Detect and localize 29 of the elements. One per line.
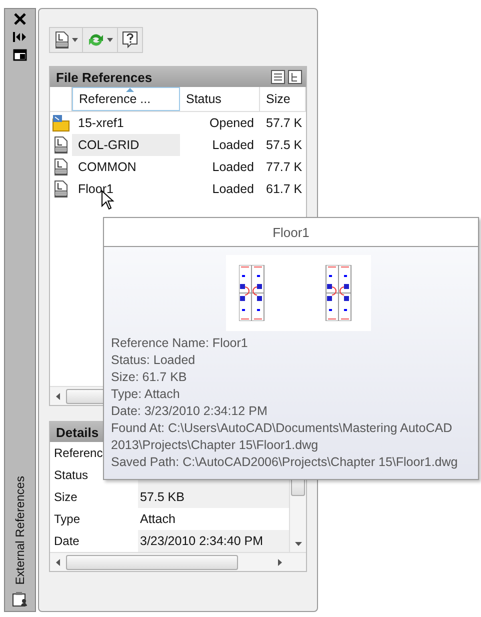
- section-title: Details: [56, 424, 99, 440]
- tooltip-line: Status: Loaded: [111, 352, 196, 369]
- reference-name: 15-xref1: [77, 115, 125, 132]
- reference-name: COMMON: [77, 159, 138, 176]
- reference-status: Loaded: [211, 182, 255, 196]
- tooltip-line: Reference Name: Floor1: [111, 335, 248, 352]
- property-label: Date: [54, 534, 80, 548]
- tooltip-line: Saved Path: C:\AutoCAD2006\Projects\Chapter 15\Floor1.dwg: [111, 454, 458, 471]
- reference-size: 57.7 K: [265, 116, 304, 130]
- reference-size: 61.7 K: [265, 182, 304, 196]
- reference-size: 57.5 K: [265, 138, 304, 152]
- reference-name: COL-GRID: [72, 134, 180, 156]
- tooltip-line: Found At: C:\Users\AutoCAD\Documents\Mastering AutoCAD: [111, 420, 452, 437]
- tooltip-line: Date: 3/23/2010 2:34:12 PM: [111, 403, 268, 420]
- property-label: Status: [54, 468, 88, 482]
- tooltip-line: Type: Attach: [111, 386, 180, 403]
- tooltip-line: 2013\Projects\Chapter 15\Floor1.dwg: [111, 437, 318, 454]
- reference-status: Opened: [208, 116, 255, 130]
- reference-name: Floor1: [77, 181, 114, 198]
- property-label: Size: [54, 490, 78, 504]
- property-label: Referenc: [54, 446, 103, 460]
- reference-status: Loaded: [211, 138, 255, 152]
- tooltip-line: Size: 61.7 KB: [111, 369, 187, 386]
- property-label: Type: [54, 512, 80, 526]
- tooltip-title: Floor1: [104, 218, 478, 247]
- reference-size: 77.7 K: [265, 160, 304, 174]
- palette-title: External References: [13, 476, 27, 585]
- reference-status: Loaded: [211, 160, 255, 174]
- section-title: File References: [56, 70, 152, 84]
